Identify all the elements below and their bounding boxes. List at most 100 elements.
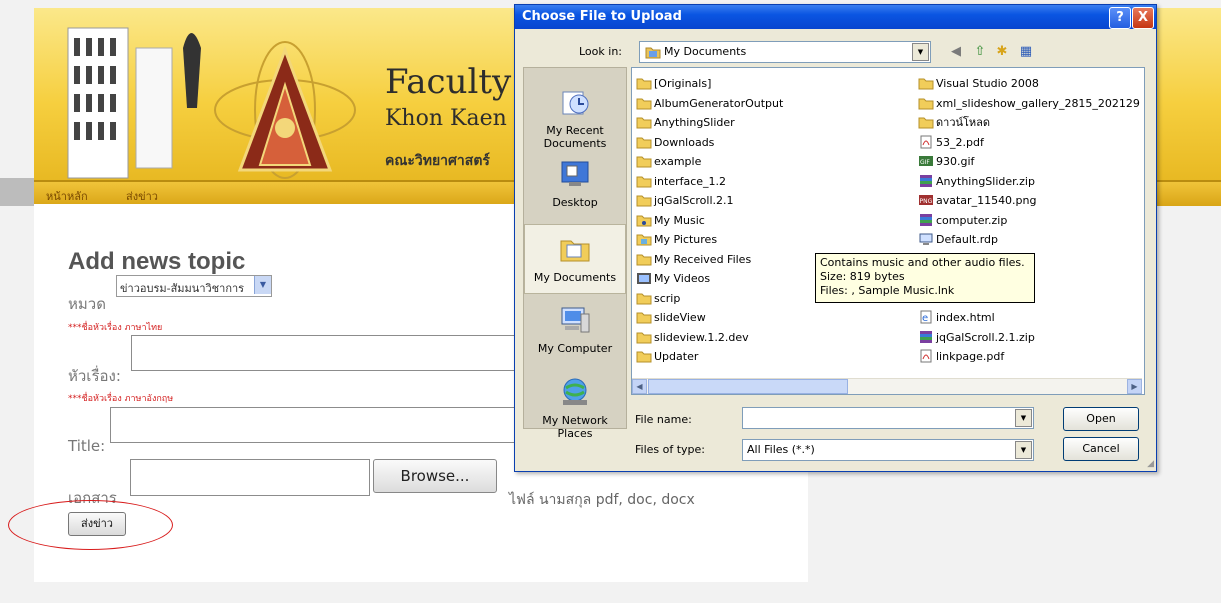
file-list-item[interactable]: AnythingSlider.zip	[918, 172, 1140, 191]
file-name-text: 53_2.pdf	[936, 135, 984, 149]
document-path-input[interactable]	[130, 459, 370, 496]
scroll-thumb[interactable]	[648, 379, 848, 394]
file-list-item[interactable]: Downloads	[636, 133, 916, 152]
place-my-documents[interactable]: My Documents	[524, 224, 626, 294]
place-my-computer[interactable]: My Computer	[524, 296, 626, 366]
new-folder-icon[interactable]: ✱	[993, 43, 1011, 61]
help-button[interactable]: ?	[1109, 7, 1131, 29]
file-name-text: [Originals]	[654, 77, 712, 90]
file-name-text: avatar_11540.png	[936, 194, 1037, 207]
file-list-item[interactable]: jqGalScroll.2.1.zip	[918, 328, 1140, 347]
rdp-icon	[918, 233, 936, 246]
close-button[interactable]: X	[1132, 7, 1154, 29]
file-list-item[interactable]: interface_1.2	[636, 172, 916, 191]
file-list-item[interactable]: computer.zip	[918, 211, 1140, 230]
file-list-item[interactable]: example	[636, 152, 916, 171]
title-english-input[interactable]	[110, 407, 518, 443]
my-documents-folder-icon	[645, 47, 661, 59]
file-list-item[interactable]: AnythingSlider	[636, 113, 916, 132]
html-icon: e	[918, 310, 936, 324]
svg-text:GIF: GIF	[920, 159, 930, 166]
scroll-left-icon[interactable]: ◀	[632, 379, 647, 394]
file-list-item[interactable]: Updater	[636, 347, 916, 366]
cancel-button[interactable]: Cancel	[1063, 437, 1139, 461]
chevron-down-icon[interactable]: ▼	[912, 43, 929, 61]
file-list-item[interactable]: [Originals]	[636, 74, 916, 93]
folder-icon	[636, 253, 654, 266]
file-name-text: Default.rdp	[936, 233, 998, 246]
horizontal-scrollbar[interactable]: ◀ ▶	[632, 378, 1142, 394]
browse-button[interactable]: Browse...	[373, 459, 497, 493]
file-name-text: Updater	[654, 350, 699, 363]
file-name-text: My Music	[654, 213, 705, 227]
file-name-text: jqGalScroll.2.1.zip	[936, 330, 1035, 344]
file-type-select[interactable]: All Files (*.*) ▼	[742, 439, 1034, 461]
file-list-item[interactable]: jqGalScroll.2.1	[636, 191, 916, 210]
file-list-item[interactable]: 53_2.pdf	[918, 133, 1140, 152]
subject-thai-input[interactable]	[131, 335, 518, 371]
open-button[interactable]: Open	[1063, 407, 1139, 431]
file-list-item[interactable]: slideview.1.2.dev	[636, 328, 916, 347]
file-name-text: My Videos	[654, 272, 711, 285]
back-icon[interactable]: ◀	[947, 43, 965, 61]
chevron-down-icon[interactable]: ▼	[1015, 409, 1032, 427]
file-list-item[interactable]: My Pictures	[636, 230, 916, 249]
file-name-text: interface_1.2	[654, 174, 727, 188]
place-my-recent-documents[interactable]: My Recent Documents	[524, 78, 626, 150]
file-list: [Originals] AlbumGeneratorOutput AnythingS…	[631, 67, 1145, 395]
file-list-item[interactable]: slideView	[636, 308, 916, 327]
subject-label: หัวเรื่อง:	[68, 367, 121, 385]
file-name-text: slideView	[654, 311, 706, 324]
file-type-label: Files of type:	[635, 443, 706, 456]
file-name-text: AlbumGeneratorOutput	[654, 96, 784, 110]
dialog-titlebar[interactable]: Choose File to Upload ? X	[515, 5, 1156, 29]
file-list-item[interactable]: AlbumGeneratorOutput	[636, 94, 916, 113]
svg-text:PNG: PNG	[920, 198, 933, 205]
file-name-label: File name:	[635, 413, 692, 426]
chevron-down-icon[interactable]: ▼	[1015, 441, 1032, 459]
pdf-icon	[918, 349, 936, 363]
faculty-emblem-image	[214, 41, 356, 179]
place-my-network-places[interactable]: My Network Places	[524, 368, 626, 440]
pictures-icon	[636, 233, 654, 246]
folder-icon	[636, 331, 654, 344]
folder-icon	[636, 194, 654, 207]
file-list-item[interactable]: linkpage.pdf	[918, 347, 1140, 366]
category-select[interactable]: ข่าวอบรม-สัมมนาวิชาการ ▼	[116, 275, 272, 297]
gif-icon: GIF	[918, 155, 936, 168]
look-in-dropdown[interactable]: My Documents ▼	[639, 41, 931, 63]
file-list-item[interactable]: e index.html	[918, 308, 1140, 327]
file-name-text: AnythingSlider	[654, 116, 735, 129]
file-name-text: Visual Studio 2008	[936, 77, 1039, 90]
folder-icon	[636, 155, 654, 168]
file-name-input[interactable]: ▼	[742, 407, 1034, 429]
chevron-down-icon[interactable]: ▼	[254, 276, 271, 294]
file-list-item[interactable]: ดาวน์โหลด	[918, 113, 1140, 132]
file-list-item[interactable]: xml_slideshow_gallery_2815_2021297	[918, 94, 1140, 113]
faculty-title-line2: Khon Kaen	[385, 106, 507, 131]
up-folder-icon[interactable]: ⇧	[971, 43, 989, 61]
file-name-text: jqGalScroll.2.1	[654, 194, 734, 207]
place-desktop[interactable]: Desktop	[524, 150, 626, 220]
faculty-title-thai: คณะวิทยาศาสตร์	[385, 153, 490, 169]
dialog-title: Choose File to Upload	[522, 9, 682, 24]
file-list-item[interactable]: PNG avatar_11540.png	[918, 191, 1140, 210]
category-label: หมวด	[68, 295, 106, 313]
file-name-text: ดาวน์โหลด	[936, 116, 991, 129]
file-list-item[interactable]: GIF 930.gif	[918, 152, 1140, 171]
navbar-edge	[0, 178, 34, 206]
nav-news-link[interactable]: ส่งข่าว	[126, 187, 158, 205]
folder-tooltip: Contains music and other audio files. Si…	[815, 253, 1035, 303]
file-list-item[interactable]: Default.rdp	[918, 230, 1140, 249]
nav-home-link[interactable]: หน้าหลัก	[46, 187, 88, 205]
file-list-item[interactable]: Visual Studio 2008	[918, 74, 1140, 93]
page-title: Add news topic	[68, 248, 246, 275]
file-list-item[interactable]: My Music	[636, 211, 916, 230]
resize-grip-icon[interactable]: ◢	[1147, 459, 1154, 469]
file-name-text: computer.zip	[936, 213, 1008, 227]
folder-icon	[918, 97, 936, 110]
scroll-right-icon[interactable]: ▶	[1127, 379, 1142, 394]
choose-file-dialog: Choose File to Upload ? X Look in: My Do…	[514, 4, 1157, 472]
view-menu-icon[interactable]: ▦	[1017, 43, 1035, 61]
file-name-text: xml_slideshow_gallery_2815_2021297	[936, 96, 1140, 110]
